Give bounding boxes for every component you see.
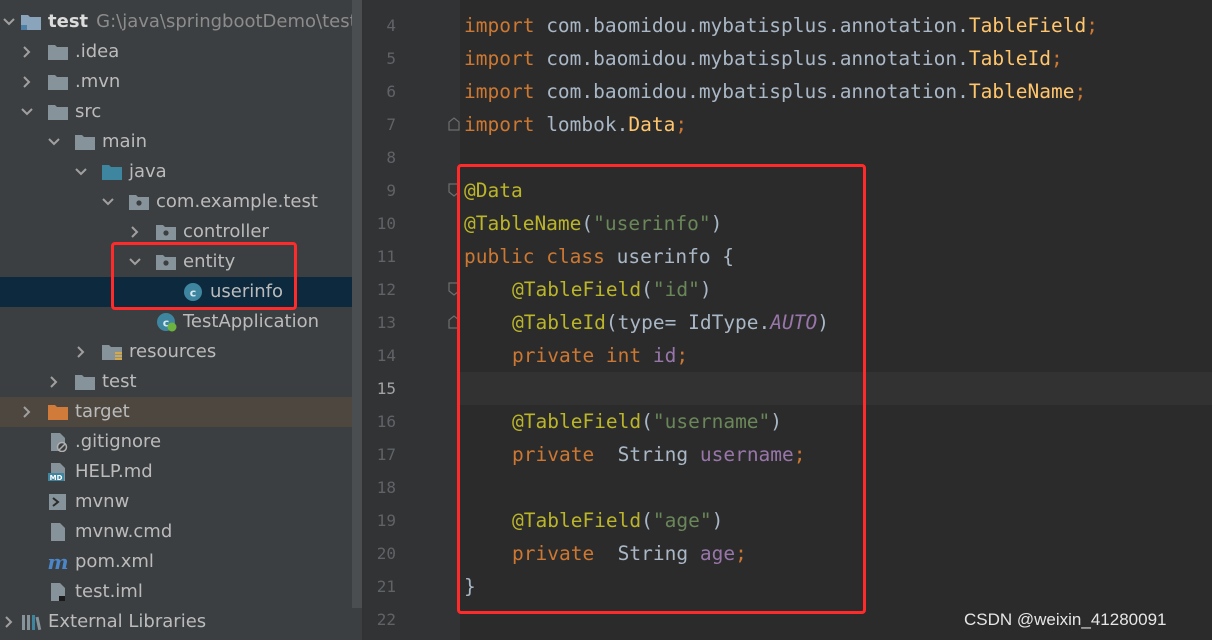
tree-item-external-libraries[interactable]: External Libraries [0,607,364,637]
tree-item-label: mvnw.cmd [75,521,173,542]
tree-item-label: target [75,401,130,422]
tree-item-label: java [129,161,167,182]
line-number: 18 [376,478,396,497]
chevron-right-icon[interactable] [2,607,16,637]
tree-item-label: main [102,131,147,152]
tree-item-label: com.example.test [156,191,318,212]
line-number: 8 [386,148,396,167]
svg-text:MD: MD [50,474,63,482]
tree-item-java[interactable]: java [0,157,364,187]
line-number: 22 [376,610,396,629]
maven-icon: m [47,550,69,574]
spring-class-icon: c [155,312,177,332]
tree-scrollbar[interactable] [352,0,362,608]
folder-icon [74,132,96,152]
tree-item-help-md[interactable]: MD HELP.md [0,457,364,487]
fold-end-icon[interactable] [448,117,460,131]
iml-file-icon [47,582,69,602]
line-number: 11 [376,247,396,266]
watermark: CSDN @weixin_41280091 [964,610,1167,629]
tree-item-testapplication[interactable]: c TestApplication [0,307,364,337]
tree-item-label: HELP.md [75,461,153,482]
tree-item-mvnw[interactable]: mvnw [0,487,364,517]
chevron-right-icon[interactable] [20,67,34,97]
tree-item-label: External Libraries [48,611,207,632]
chevron-right-icon[interactable] [20,37,34,67]
tree-item-package-root[interactable]: com.example.test [0,187,364,217]
libraries-icon [20,612,42,632]
tree-item-label: mvnw [75,491,130,512]
tree-item-test[interactable]: test [0,367,364,397]
tree-item-resources[interactable]: resources [0,337,364,367]
line-number: 9 [386,181,396,200]
tree-item-label: pom.xml [75,551,154,572]
highlight-box-entity [111,242,297,310]
chevron-down-icon[interactable] [2,7,16,37]
svg-text:m: m [47,552,68,572]
module-folder-icon [20,12,42,32]
chevron-down-icon[interactable] [47,127,61,157]
tree-item-idea[interactable]: .idea [0,37,364,67]
line-number: 10 [376,214,396,233]
highlight-box-class [457,164,866,614]
folder-icon [47,42,69,62]
source-folder-icon [101,162,123,182]
line-number: 4 [386,16,396,35]
chevron-down-icon[interactable] [20,97,34,127]
tree-item-main[interactable]: main [0,127,364,157]
line-number: 13 [376,313,396,332]
line-number: 5 [386,49,396,68]
tree-item-label: test [102,371,137,392]
code-line-4[interactable]: import com.baomidou.mybatisplus.annotati… [464,9,1098,42]
folder-icon [47,72,69,92]
line-number: 19 [376,511,396,530]
folder-icon [74,372,96,392]
tree-item-gitignore[interactable]: .gitignore [0,427,364,457]
chevron-down-icon[interactable] [74,157,88,187]
line-number: 20 [376,544,396,563]
text-file-icon [47,522,69,542]
markdown-file-icon: MD [47,462,69,482]
chevron-right-icon[interactable] [47,367,61,397]
tree-item-target[interactable]: target [0,397,364,427]
project-path: G:\java\springbootDemo\test [96,11,357,32]
excluded-folder-icon [47,402,69,422]
project-tree-panel: test G:\java\springbootDemo\test .idea .m… [0,0,364,640]
line-number: 16 [376,412,396,431]
folder-icon [47,102,69,122]
tree-item-root[interactable]: test G:\java\springbootDemo\test [0,7,364,37]
line-number: 14 [376,346,396,365]
line-number: 21 [376,577,396,596]
chevron-right-icon[interactable] [74,337,88,367]
tree-item-label: TestApplication [183,311,320,332]
tree-item-label: test.iml [75,581,143,602]
ignore-file-icon [47,432,69,453]
shell-file-icon [47,492,69,512]
code-line-5[interactable]: import com.baomidou.mybatisplus.annotati… [464,42,1063,75]
package-icon [128,192,150,212]
tree-item-src[interactable]: src [0,97,364,127]
tree-item-test-iml[interactable]: test.iml [0,577,364,607]
line-number-current: 15 [376,379,396,398]
chevron-right-icon[interactable] [20,397,34,427]
tree-item-label: .idea [75,41,120,62]
code-line-7[interactable]: import lombok.Data; [464,108,687,141]
tree-item-label: test [48,11,89,32]
code-line-6[interactable]: import com.baomidou.mybatisplus.annotati… [464,75,1086,108]
tree-item-mvnw-cmd[interactable]: mvnw.cmd [0,517,364,547]
tree-item-pom-xml[interactable]: m pom.xml [0,547,364,577]
chevron-down-icon[interactable] [101,187,115,217]
line-number: 12 [376,280,396,299]
tree-item-mvn[interactable]: .mvn [0,67,364,97]
tree-item-label: resources [129,341,217,362]
resources-folder-icon [101,342,123,362]
line-number: 17 [376,445,396,464]
line-number: 6 [386,82,396,101]
tree-item-label: .gitignore [75,431,162,452]
tree-item-label: .mvn [75,71,121,92]
tree-item-label: src [75,101,102,122]
package-icon [155,222,177,242]
line-number: 7 [386,115,396,134]
